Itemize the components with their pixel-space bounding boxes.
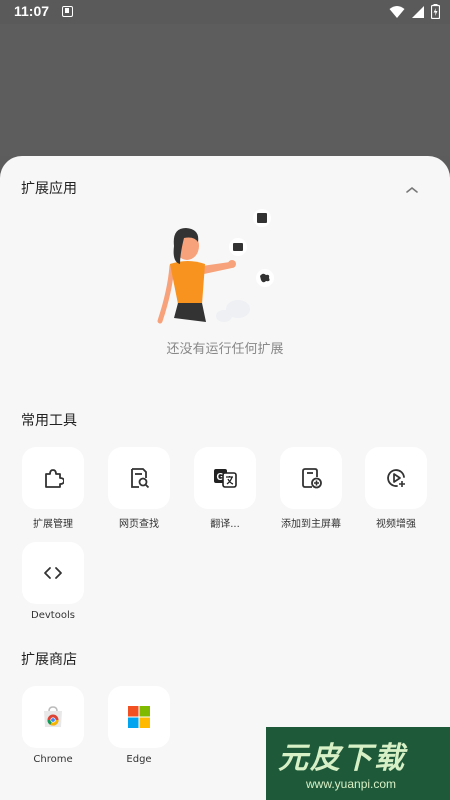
chrome-store-icon [44, 706, 62, 727]
tool-tile[interactable] [22, 542, 84, 604]
store-tile[interactable] [22, 686, 84, 748]
add-to-home-icon [302, 468, 322, 489]
tool-label: 添加到主屏幕 [281, 519, 341, 530]
notification-icon [62, 6, 73, 17]
store-label: Edge [126, 754, 152, 765]
store-chrome[interactable]: Chrome [21, 686, 85, 765]
signal-icon [412, 5, 424, 18]
dimmed-background[interactable] [0, 24, 450, 156]
tool-label: 扩展管理 [33, 519, 73, 530]
store-edge[interactable]: Edge [107, 686, 171, 765]
tool-extension-manager[interactable]: 扩展管理 [21, 447, 85, 530]
extensions-section-title: 扩展应用 [21, 181, 77, 197]
status-bar: 11:07 [0, 0, 450, 24]
watermark: 元皮下载 www.yuanpi.com [266, 727, 450, 800]
code-icon [44, 567, 62, 579]
puzzle-icon [45, 469, 64, 488]
tool-tile[interactable] [22, 447, 84, 509]
tool-translate[interactable]: G 翻译... [193, 447, 257, 530]
status-icons [389, 4, 440, 19]
tool-devtools[interactable]: Devtools [21, 542, 85, 621]
store-tile[interactable] [108, 686, 170, 748]
status-time: 11:07 [14, 3, 50, 19]
extensions-sheet: 扩展应用 还没有运行任何扩展 常用工具 扩展管理 网页查找 G 翻译... 添加… [0, 156, 450, 800]
tool-tile[interactable] [365, 447, 427, 509]
tool-tile[interactable]: G [194, 447, 256, 509]
edge-store-icon [128, 706, 150, 728]
empty-state-text: 还没有运行任何扩展 [166, 342, 284, 357]
tool-label: 网页查找 [119, 519, 159, 530]
tool-label: Devtools [31, 610, 75, 621]
tool-tile[interactable] [108, 447, 170, 509]
chevron-up-icon[interactable] [404, 184, 420, 196]
tool-label: 视频增强 [376, 519, 416, 530]
store-label: Chrome [33, 754, 73, 765]
tool-add-to-home[interactable]: 添加到主屏幕 [279, 447, 343, 530]
tool-video-enhance[interactable]: 视频增强 [364, 447, 428, 530]
watermark-title: 元皮下载 [278, 741, 406, 776]
wifi-icon [389, 5, 405, 18]
page-search-icon [131, 468, 150, 489]
video-enhance-icon [387, 469, 405, 487]
tool-tile[interactable] [280, 447, 342, 509]
tool-label: 翻译... [210, 519, 240, 530]
watermark-url: www.yuanpi.com [306, 777, 397, 791]
translate-icon: G [214, 469, 237, 488]
common-tools-title: 常用工具 [21, 413, 77, 429]
empty-state-illustration [157, 209, 274, 324]
tool-page-search[interactable]: 网页查找 [107, 447, 171, 530]
battery-icon [431, 4, 440, 19]
extension-store-title: 扩展商店 [21, 652, 77, 668]
